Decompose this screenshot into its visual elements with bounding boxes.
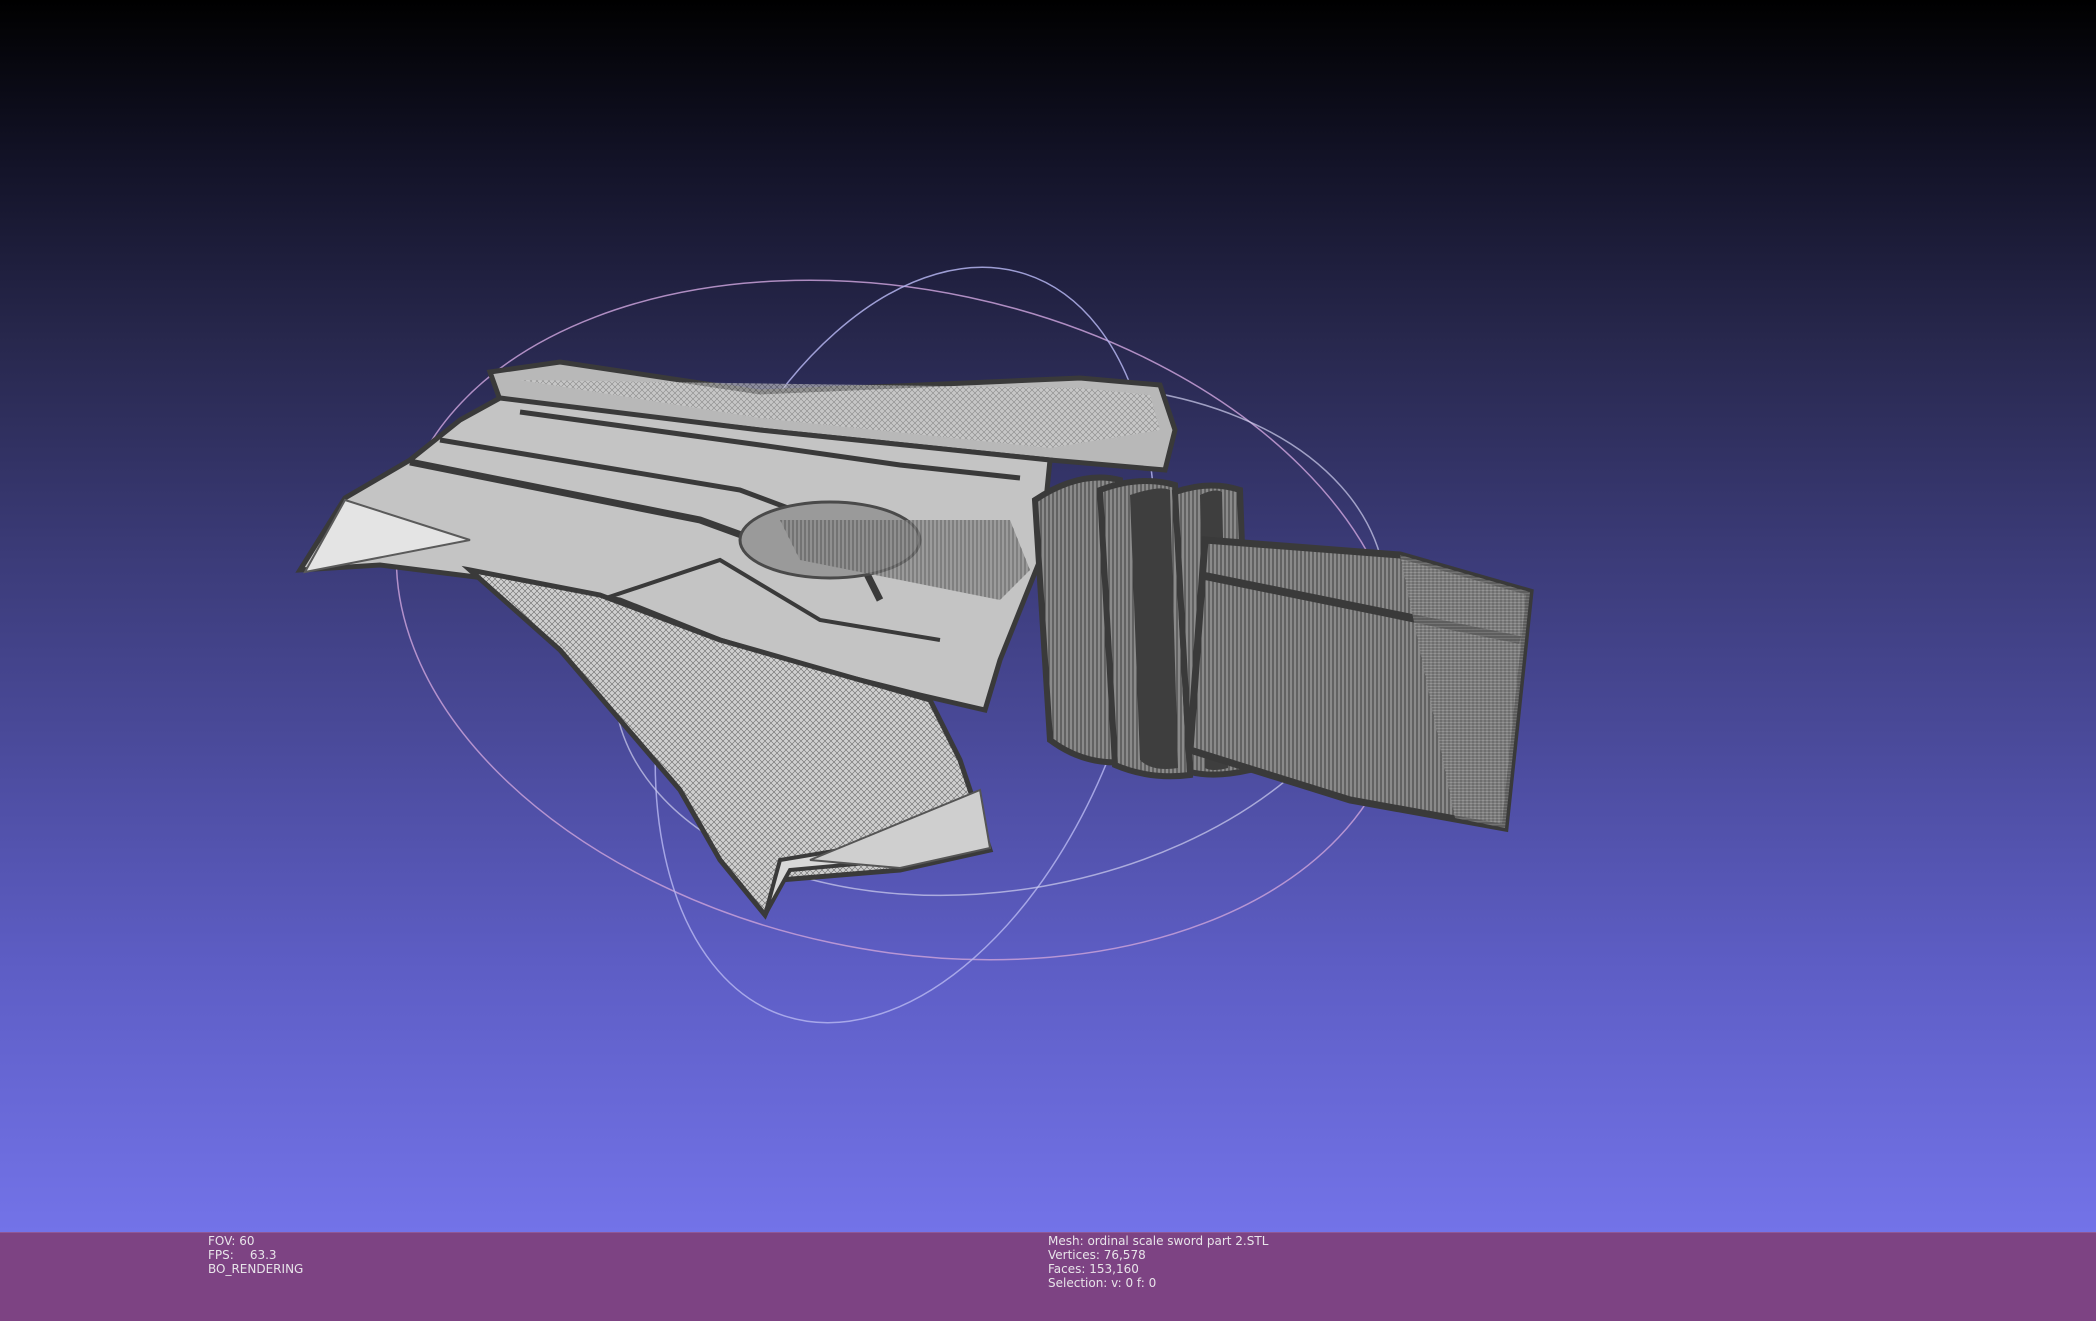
vertex-count: Vertices: 76,578 xyxy=(1048,1248,1146,1262)
fov-readout: FOV: 60 xyxy=(208,1234,255,1248)
mesh-scene[interactable] xyxy=(0,0,2096,1232)
render-mode: BO_RENDERING xyxy=(208,1262,304,1276)
face-count: Faces: 153,160 xyxy=(1048,1262,1139,1276)
mesh-name: Mesh: ordinal scale sword part 2.STL xyxy=(1048,1234,1269,1248)
mesh-info: Mesh: ordinal scale sword part 2.STL Ver… xyxy=(1048,1234,1268,1290)
handle-cylinder[interactable] xyxy=(1186,536,1534,833)
selection-count: Selection: v: 0 f: 0 xyxy=(1048,1276,1157,1290)
fps-readout: FPS: 63.3 xyxy=(208,1248,277,1262)
3d-viewport[interactable] xyxy=(0,0,2096,1232)
render-info: FOV: 60 FPS: 63.3 BO_RENDERING xyxy=(208,1234,303,1276)
